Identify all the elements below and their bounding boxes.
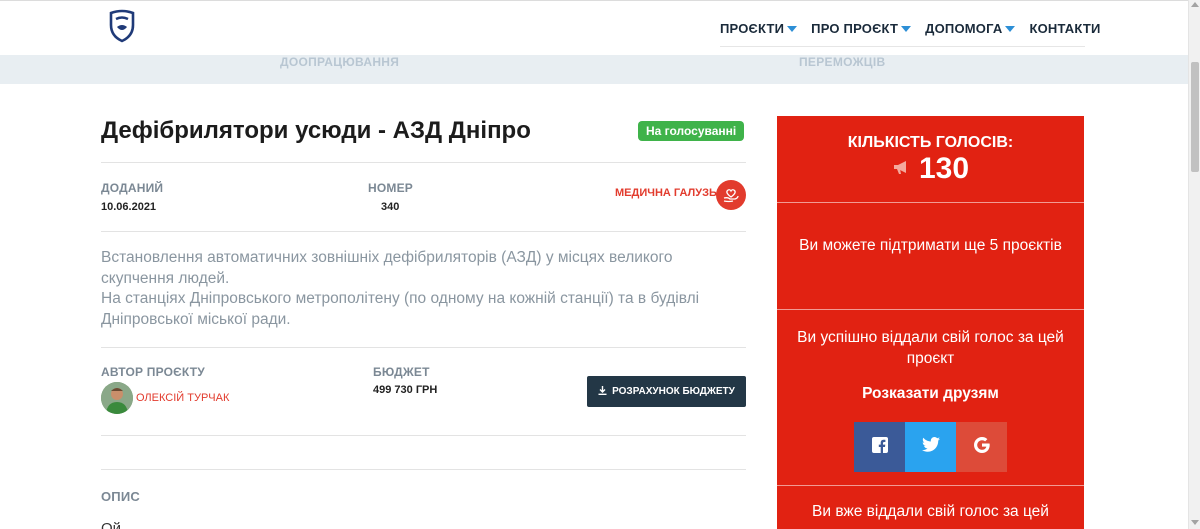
scroll-down-icon[interactable] — [1191, 520, 1199, 525]
chevron-down-icon — [1005, 25, 1016, 32]
facebook-icon — [871, 436, 888, 458]
divider — [101, 435, 746, 436]
nav-item-projects[interactable]: ПРОЄКТИ — [720, 21, 798, 36]
project-number: 340 — [381, 201, 400, 213]
top-navbar: ПРОЄКТИ ПРО ПРОЄКТ ДОПОМОГА КОНТАКТИ — [0, 0, 1188, 55]
budget-calculation-button[interactable]: РОЗРАХУНОК БЮДЖЕТУ — [587, 376, 746, 407]
nav-item-contacts[interactable]: КОНТАКТИ — [1029, 21, 1100, 36]
google-icon — [973, 436, 991, 459]
nav-item-about[interactable]: ПРО ПРОЄКТ — [811, 21, 912, 36]
divider — [777, 202, 1084, 203]
share-title: Розказати друзям — [862, 385, 999, 402]
avatar[interactable] — [101, 382, 133, 414]
vote-success-text: Ви успішно віддали свій голос за цей про… — [797, 329, 1064, 367]
main-navigation: ПРОЄКТИ ПРО ПРОЄКТ ДОПОМОГА КОНТАКТИ — [720, 21, 1101, 36]
divider — [101, 162, 746, 163]
budget-label: БЮДЖЕТ — [373, 365, 430, 379]
voting-panel: КІЛЬКІСТЬ ГОЛОСІВ: 130 Ви можете підтрим… — [777, 116, 1084, 529]
chevron-down-icon — [787, 25, 798, 32]
category-label[interactable]: МЕДИЧНА ГАЛУЗЬ — [615, 187, 717, 199]
status-badge: На голосуванні — [638, 121, 745, 141]
description-paragraph: На станціях Дніпровського метрополітену … — [101, 290, 700, 328]
description-paragraph: Встановлення автоматичних зовнішніх дефі… — [101, 249, 673, 287]
share-facebook-button[interactable] — [854, 422, 905, 472]
remaining-votes-text: Ви можете підтримати ще 5 проєктів — [799, 237, 1062, 254]
twitter-icon — [921, 437, 940, 457]
nav-item-label: КОНТАКТИ — [1029, 21, 1101, 36]
votes-counter: 130 — [777, 152, 1084, 186]
download-icon — [598, 385, 607, 398]
scrollbar-thumb[interactable] — [1191, 62, 1199, 172]
nav-divider — [720, 46, 1085, 47]
nav-item-help[interactable]: ДОПОМОГА — [925, 21, 1016, 36]
share-twitter-button[interactable] — [905, 422, 956, 472]
divider — [777, 309, 1084, 310]
stage-refinement[interactable]: ДООПРАЦЮВАННЯ — [280, 55, 399, 69]
site-logo-icon[interactable] — [108, 9, 136, 43]
nav-item-label: ПРО ПРОЄКТ — [811, 21, 899, 36]
section-text: Ой — [101, 520, 122, 529]
chevron-down-icon — [901, 25, 912, 32]
author-name-link[interactable]: ОЛЕКСІЙ ТУРЧАК — [136, 392, 229, 404]
votes-label: КІЛЬКІСТЬ ГОЛОСІВ: — [847, 134, 1014, 151]
added-label: ДОДАНИЙ — [101, 181, 164, 195]
divider — [101, 347, 746, 348]
heart-hand-icon — [716, 180, 746, 210]
page-scrollbar[interactable] — [1188, 0, 1200, 529]
budget-button-label: РОЗРАХУНОК БЮДЖЕТУ — [612, 386, 735, 397]
share-google-button[interactable] — [956, 422, 1007, 472]
votes-count: 130 — [918, 152, 970, 185]
stage-band: ДООПРАЦЮВАННЯ ПЕРЕМОЖЦІВ — [0, 55, 1188, 84]
author-label: АВТОР ПРОЄКТУ — [101, 365, 205, 379]
added-date: 10.06.2021 — [101, 201, 157, 213]
nav-item-label: ДОПОМОГА — [925, 21, 1003, 36]
already-voted-text: Ви вже віддали свій голос за цей — [812, 503, 1049, 520]
budget-value: 499 730 ГРН — [373, 384, 438, 396]
divider — [101, 231, 746, 232]
project-description: Встановлення автоматичних зовнішніх дефі… — [101, 248, 741, 330]
section-heading: ОПИС — [101, 489, 140, 504]
number-label: НОМЕР — [368, 181, 414, 195]
page-title: Дефібрилятори усюди - АЗД Дніпро — [101, 117, 531, 144]
divider — [101, 469, 746, 470]
divider — [777, 485, 1084, 486]
stage-winners[interactable]: ПЕРЕМОЖЦІВ — [799, 55, 885, 69]
megaphone-icon — [892, 159, 912, 180]
nav-item-label: ПРОЄКТИ — [720, 21, 785, 36]
scroll-up-icon[interactable] — [1191, 2, 1199, 7]
